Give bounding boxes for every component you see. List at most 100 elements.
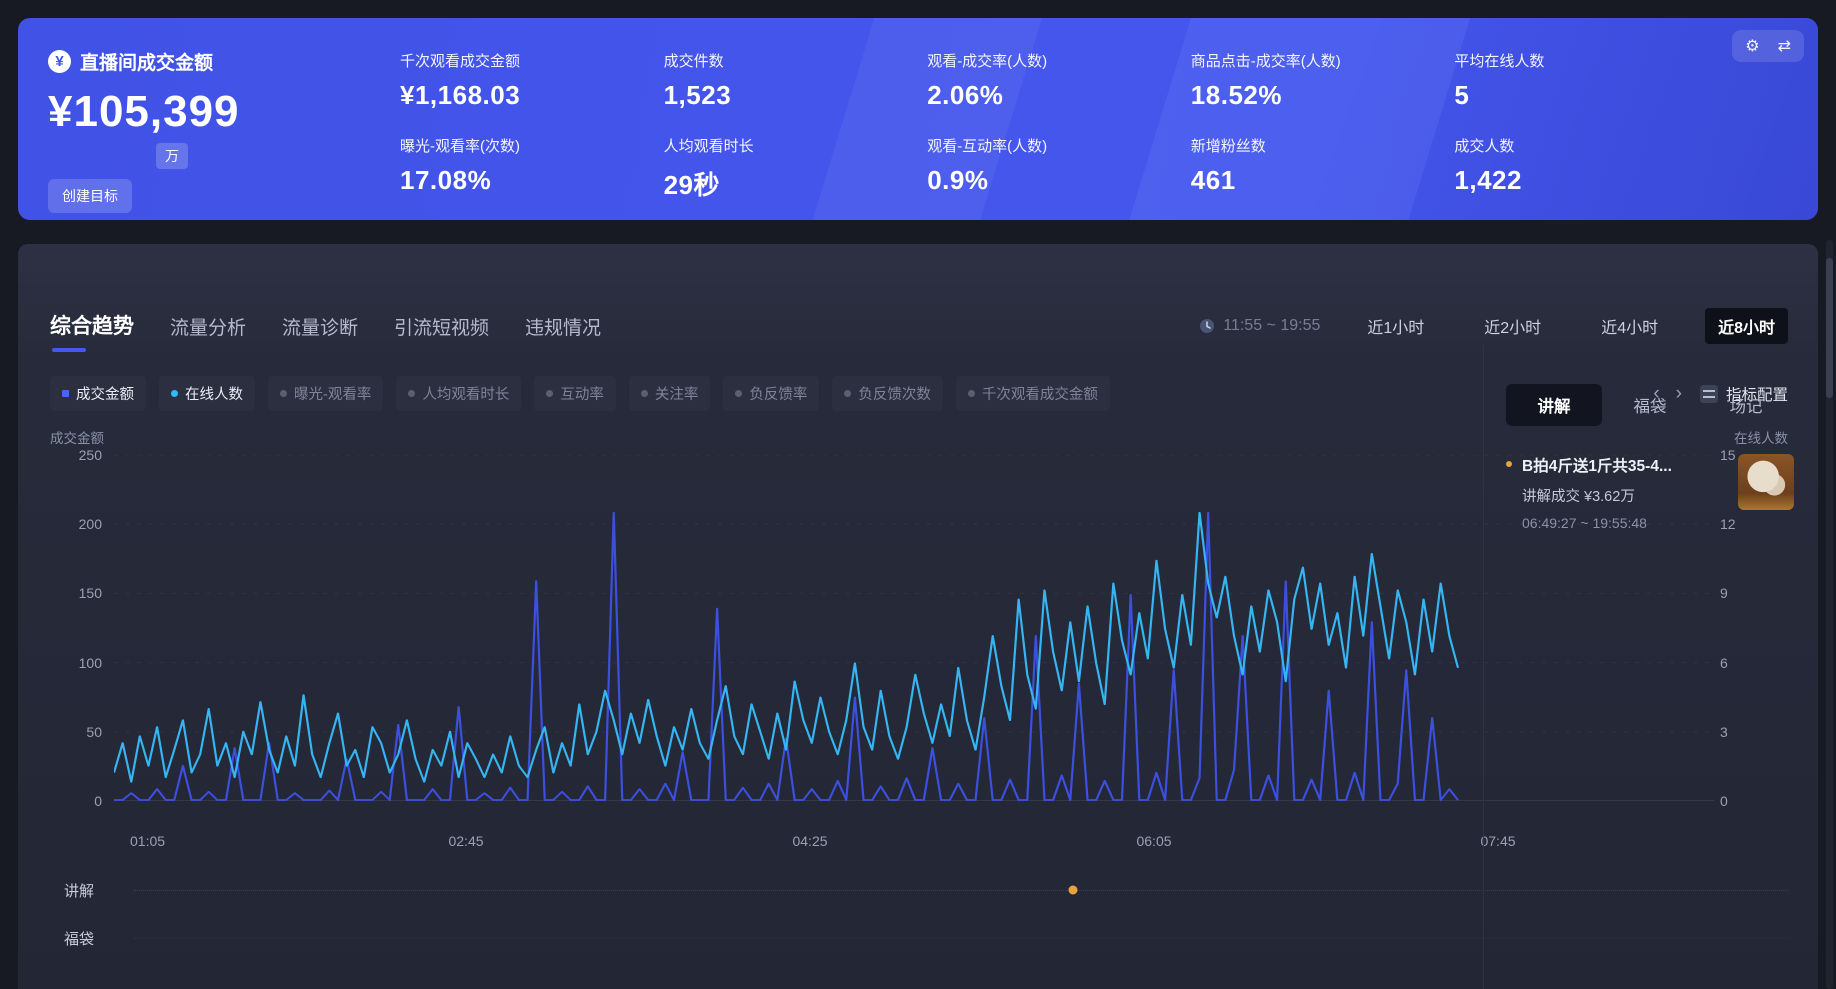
panel-header: 综合趋势 流量分析 流量诊断 引流短视频 违规情况 11:55 ~ 19:55 …	[18, 244, 1818, 352]
pill-label: 在线人数	[185, 383, 243, 404]
swap-icon[interactable]: ⇄	[1778, 36, 1791, 56]
series-dot-icon	[62, 390, 69, 397]
series-dot-icon	[844, 390, 851, 397]
range-2h-button[interactable]: 近2小时	[1471, 308, 1554, 344]
metric-value: ¥1,168.03	[400, 80, 644, 111]
product-bullet-dot	[1506, 461, 1512, 467]
metric-cell: 平均在线人数 5	[1454, 50, 1698, 111]
series-dot-icon	[171, 390, 178, 397]
yen-circle-icon: ¥	[48, 50, 71, 73]
explain-marker-dot[interactable]	[1068, 886, 1077, 895]
trend-tabs: 综合趋势 流量分析 流量诊断 引流短视频 违规情况	[50, 310, 601, 350]
tick-label: 0	[94, 793, 102, 809]
tab-traffic-analysis[interactable]: 流量分析	[170, 313, 246, 350]
metric-label: 观看-成交率(人数)	[927, 50, 1171, 71]
series-dot-icon	[408, 390, 415, 397]
gmv-goal-block: ¥ 直播间成交金额 ¥105,399 万 创建目标	[18, 18, 348, 220]
metric-label: 成交人数	[1454, 135, 1698, 156]
pill-avg-watch-time[interactable]: 人均观看时长	[396, 376, 521, 411]
tab-traffic-diagnosis[interactable]: 流量诊断	[282, 313, 358, 350]
metric-cell: 曝光-观看率(次数) 17.08%	[400, 135, 644, 202]
gmv-title-row: ¥ 直播间成交金额	[48, 48, 348, 75]
series-dot-icon	[968, 390, 975, 397]
pill-label: 负反馈次数	[858, 383, 931, 404]
timeline-row-label: 福袋	[64, 928, 134, 949]
timeline-row-label: 讲解	[64, 880, 134, 901]
series-dot-icon	[546, 390, 553, 397]
pill-gmv[interactable]: 成交金额	[50, 376, 146, 411]
tick-label: 04:25	[792, 833, 827, 849]
side-tabs: 讲解 福袋 场记	[1506, 384, 1794, 426]
tab-violations[interactable]: 违规情况	[525, 313, 601, 350]
explain-gmv: 讲解成交 ¥3.62万	[1522, 485, 1728, 506]
metric-value: 1,523	[664, 80, 908, 111]
metric-cell: 千次观看成交金额 ¥1,168.03	[400, 50, 644, 111]
tab-overall-trend[interactable]: 综合趋势	[50, 310, 134, 350]
time-range-text: 11:55 ~ 19:55	[1223, 317, 1320, 335]
metric-label: 新增粉丝数	[1191, 135, 1435, 156]
tick-label: 02:45	[448, 833, 483, 849]
metric-cell: 观看-互动率(人数) 0.9%	[927, 135, 1171, 202]
product-thumbnail	[1738, 454, 1794, 510]
card-tools: ⚙ ⇄	[1732, 30, 1804, 62]
tick-label: 50	[86, 724, 102, 740]
pill-label: 曝光-观看率	[294, 383, 371, 404]
metric-label: 平均在线人数	[1454, 50, 1698, 71]
gear-icon[interactable]: ⚙	[1745, 36, 1759, 56]
metric-cell: 新增粉丝数 461	[1191, 135, 1435, 202]
metric-value: 5	[1454, 80, 1698, 111]
pill-exposure-view-rate[interactable]: 曝光-观看率	[268, 376, 383, 411]
metric-pills-scroller[interactable]: 成交金额 在线人数 曝光-观看率 人均观看时长 互动率 关注率 负反馈率	[50, 376, 1639, 411]
metric-label: 曝光-观看率(次数)	[400, 135, 644, 156]
pill-label: 关注率	[655, 383, 699, 404]
explain-list-item[interactable]: B拍4斤送1斤共35-4... 讲解成交 ¥3.62万 06:49:27 ~ 1…	[1506, 454, 1794, 531]
metric-value: 18.52%	[1191, 80, 1435, 111]
metric-value: 29秒	[664, 165, 908, 202]
series-dot-icon	[641, 390, 648, 397]
metric-label: 商品点击-成交率(人数)	[1191, 50, 1435, 71]
tick-label: 100	[79, 655, 102, 671]
pill-interaction-rate[interactable]: 互动率	[534, 376, 616, 411]
metric-label: 成交件数	[664, 50, 908, 71]
side-tab-luckybag[interactable]: 福袋	[1602, 384, 1698, 426]
scrollbar-thumb[interactable]	[1826, 258, 1833, 398]
plot-area[interactable]	[114, 455, 1714, 801]
tab-short-video[interactable]: 引流短视频	[394, 313, 489, 350]
metric-cell: 成交人数 1,422	[1454, 135, 1698, 202]
create-goal-button[interactable]: 创建目标	[48, 179, 132, 213]
range-4h-button[interactable]: 近4小时	[1588, 308, 1671, 344]
metric-cell: 商品点击-成交率(人数) 18.52%	[1191, 50, 1435, 111]
gmv-title: 直播间成交金额	[80, 48, 213, 75]
pill-label: 成交金额	[76, 383, 134, 404]
metric-value: 1,422	[1454, 165, 1698, 196]
pill-follow-rate[interactable]: 关注率	[629, 376, 711, 411]
range-1h-button[interactable]: 近1小时	[1354, 308, 1437, 344]
series-dot-icon	[735, 390, 742, 397]
pill-label: 千次观看成交金额	[982, 383, 1098, 404]
metric-value: 17.08%	[400, 165, 644, 196]
product-title: B拍4斤送1斤共35-4...	[1522, 454, 1728, 476]
metric-cell: 人均观看时长 29秒	[664, 135, 908, 202]
pill-online-users[interactable]: 在线人数	[159, 376, 255, 411]
pill-gpm[interactable]: 千次观看成交金额	[956, 376, 1110, 411]
pill-negative-feedback-count[interactable]: 负反馈次数	[832, 376, 943, 411]
metric-label: 千次观看成交金额	[400, 50, 644, 71]
time-range: 11:55 ~ 19:55	[1199, 317, 1320, 335]
pill-label: 负反馈率	[749, 383, 807, 404]
range-8h-button[interactable]: 近8小时	[1705, 308, 1788, 344]
explain-item-text: B拍4斤送1斤共35-4... 讲解成交 ¥3.62万 06:49:27 ~ 1…	[1522, 454, 1728, 531]
metric-label: 人均观看时长	[664, 135, 908, 156]
metric-cell: 观看-成交率(人数) 2.06%	[927, 50, 1171, 111]
metric-value: 2.06%	[927, 80, 1171, 111]
left-axis-title: 成交金额	[50, 427, 104, 447]
tick-label: 200	[79, 516, 102, 532]
metric-value: 0.9%	[927, 165, 1171, 196]
trend-lines-svg	[114, 455, 1714, 801]
pill-label: 互动率	[560, 383, 604, 404]
metric-value: 461	[1191, 165, 1435, 196]
pill-negative-feedback-rate[interactable]: 负反馈率	[723, 376, 819, 411]
side-tab-explain[interactable]: 讲解	[1506, 384, 1602, 426]
clock-icon	[1199, 318, 1215, 334]
side-tab-log[interactable]: 场记	[1698, 384, 1794, 426]
tick-label: 06:05	[1136, 833, 1171, 849]
